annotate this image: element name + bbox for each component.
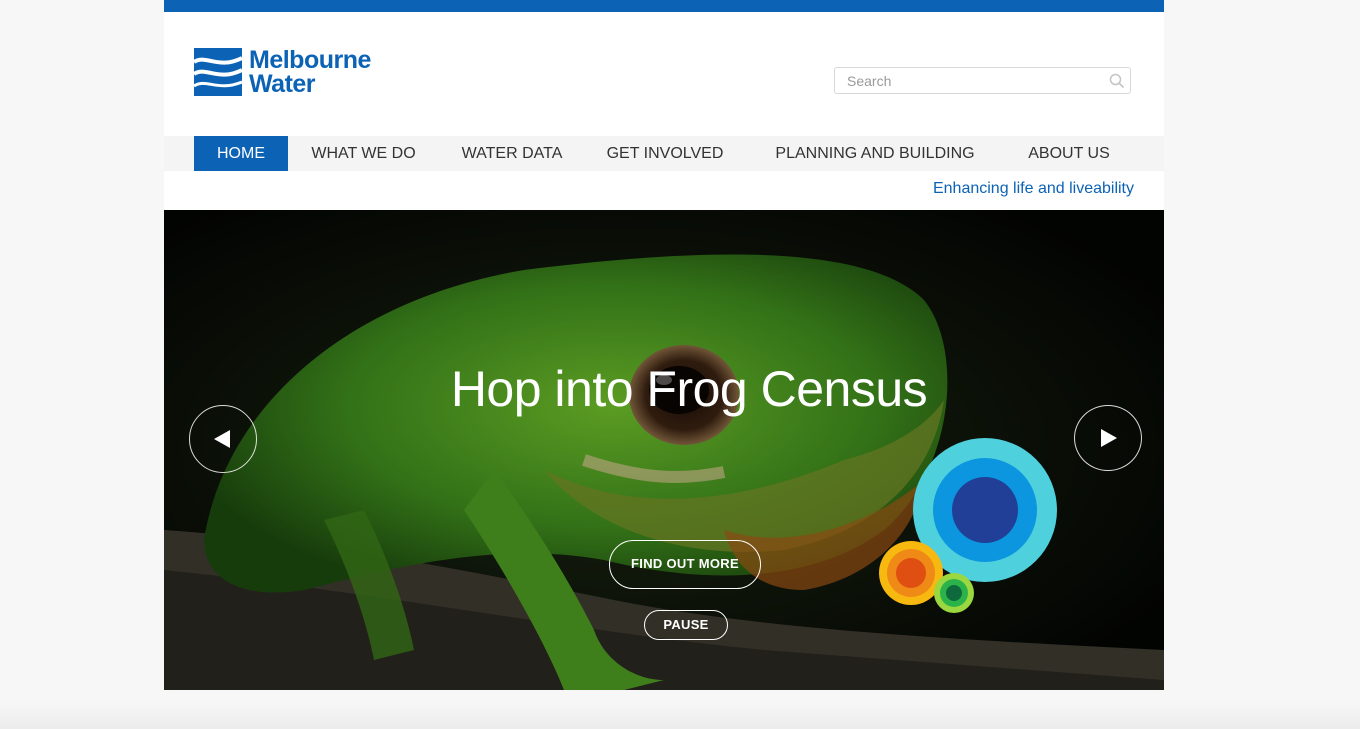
site-logo[interactable]: Melbourne Water	[194, 47, 371, 97]
nav-item-water-data[interactable]: WATER DATA	[454, 136, 570, 171]
nav-item-planning-and-building[interactable]: PLANNING AND BUILDING	[766, 136, 984, 171]
logo-line-1: Melbourne	[249, 46, 371, 74]
nav-item-what-we-do[interactable]: WHAT WE DO	[301, 136, 426, 171]
carousel-prev-button[interactable]	[189, 405, 257, 473]
site-tagline: Enhancing life and liveability	[932, 180, 1134, 197]
nav-item-about-us[interactable]: ABOUT US	[1018, 136, 1120, 171]
hero-carousel: Hop into Frog Census FIND OUT MORE PAUSE	[164, 210, 1164, 690]
search-icon[interactable]	[1109, 73, 1125, 89]
page-container: Melbourne Water HOME WHAT WE DO WATER DA…	[164, 0, 1164, 690]
pause-button[interactable]: PAUSE	[644, 610, 728, 640]
nav-item-home[interactable]: HOME	[194, 136, 288, 171]
page-bottom-shadow	[0, 700, 1360, 729]
hero-title: Hop into Frog Census	[450, 361, 928, 417]
logo-wordmark: Melbourne Water	[249, 46, 371, 98]
find-out-more-button[interactable]: FIND OUT MORE	[609, 540, 761, 589]
main-nav: HOME WHAT WE DO WATER DATA GET INVOLVED …	[164, 136, 1164, 171]
search-input[interactable]	[835, 68, 1095, 93]
wave-logo-icon	[194, 48, 242, 96]
nav-item-get-involved[interactable]: GET INVOLVED	[600, 136, 730, 171]
concentric-circles-icon	[879, 438, 1057, 613]
logo-line-2: Water	[249, 70, 316, 98]
search-box	[834, 67, 1131, 94]
carousel-next-button[interactable]	[1074, 405, 1142, 471]
arrow-left-icon	[214, 430, 230, 448]
top-accent-bar	[164, 0, 1164, 12]
arrow-right-icon	[1101, 429, 1117, 447]
